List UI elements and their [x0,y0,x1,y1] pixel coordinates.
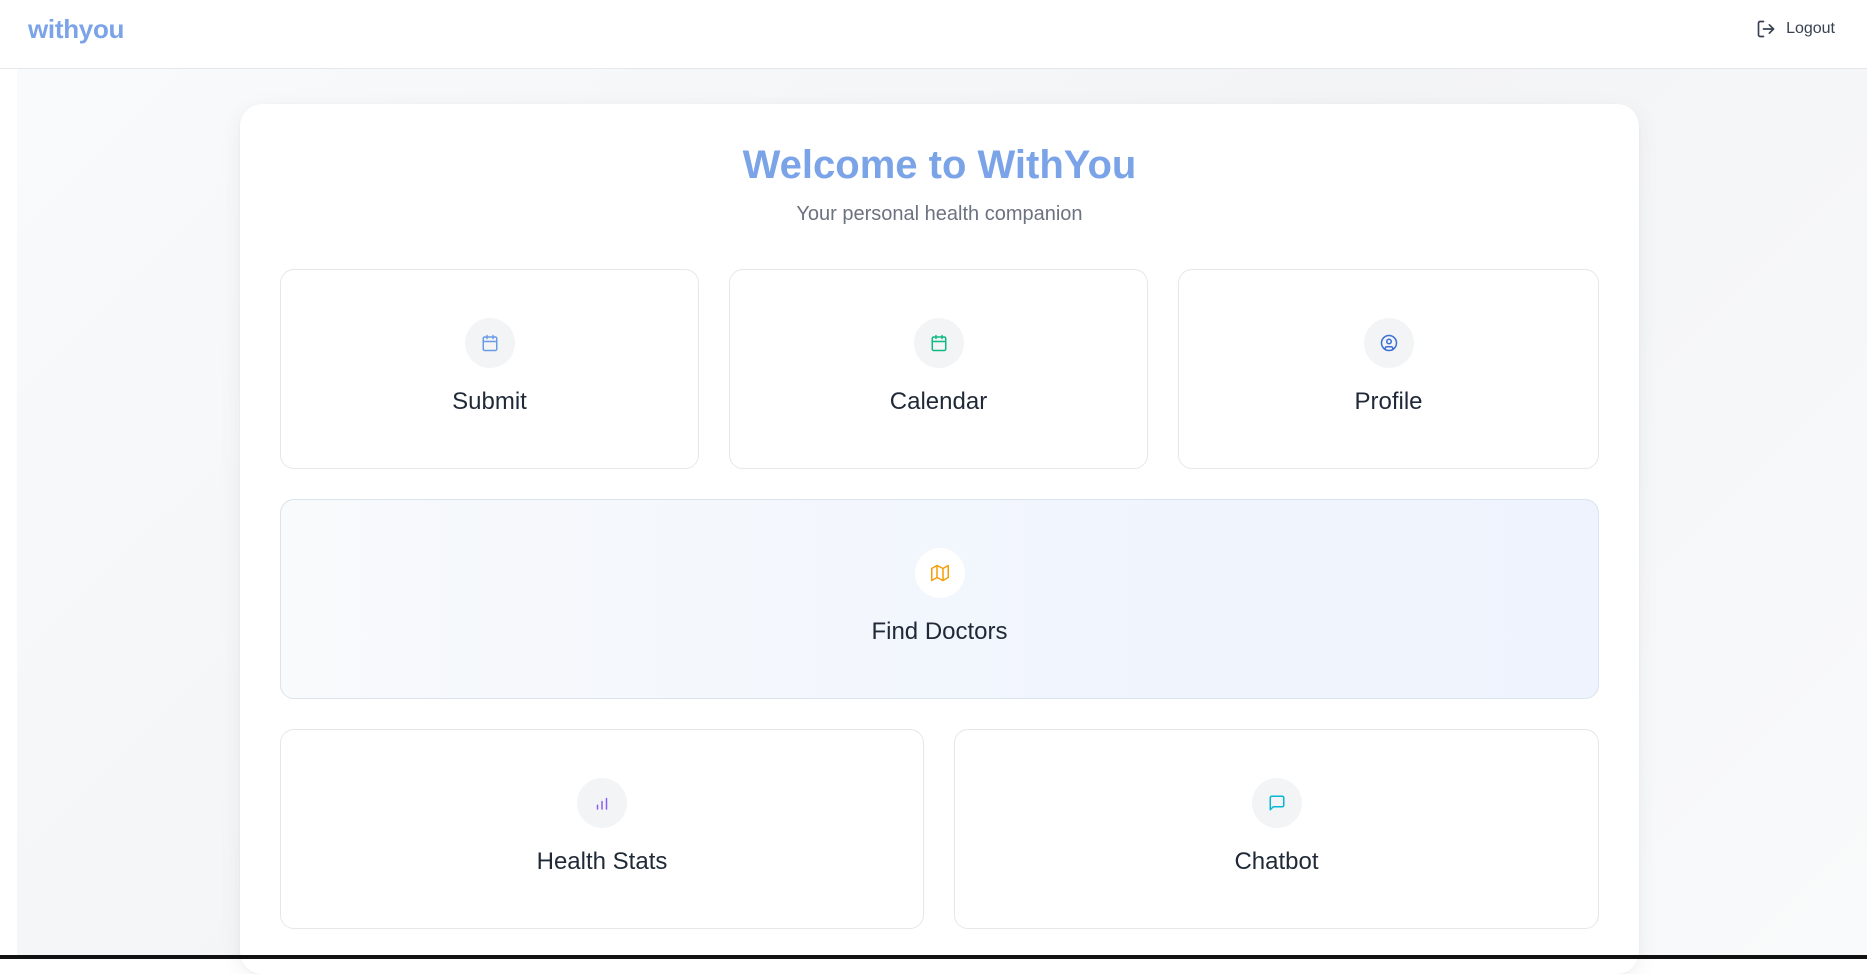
health-stats-icon-badge [577,778,627,828]
user-circle-icon [1380,334,1397,352]
submit-icon-badge [464,318,515,368]
calendar-icon-badge [913,318,964,368]
logout-label: Logout [1786,20,1835,37]
calendar-icon [931,334,946,352]
profile-card[interactable]: Profile [1178,269,1599,469]
calendar-card-label: Calendar [889,388,988,415]
brand-logo[interactable]: withyou [28,14,124,45]
health-stats-card-label: Health Stats [536,848,668,875]
chatbot-icon-badge [1251,778,1302,828]
bar-chart-icon [596,797,608,810]
logout-icon [1757,20,1775,38]
find-doctors-card[interactable]: Find Doctors [280,499,1599,699]
calendar-card[interactable]: Calendar [729,269,1148,469]
page-subtitle: Your personal health companion [796,203,1083,225]
chatbot-card-label: Chatbot [1234,848,1319,875]
find-doctors-icon-badge [914,548,965,598]
profile-card-label: Profile [1354,388,1423,415]
map-icon [930,564,949,582]
calendar-icon [482,334,497,352]
chatbot-card[interactable]: Chatbot [954,729,1599,929]
submit-card[interactable]: Submit [280,269,699,469]
top-navbar: withyou Logout [0,0,1867,69]
find-doctors-card-label: Find Doctors [871,618,1008,645]
submit-card-label: Submit [452,388,527,415]
profile-icon-badge [1363,318,1414,368]
bottom-edge [0,955,1867,959]
page-title: Welcome to WithYou [742,143,1137,187]
health-stats-card[interactable]: Health Stats [280,729,924,929]
logout-button[interactable]: Logout [1756,17,1835,41]
message-icon [1269,795,1284,811]
